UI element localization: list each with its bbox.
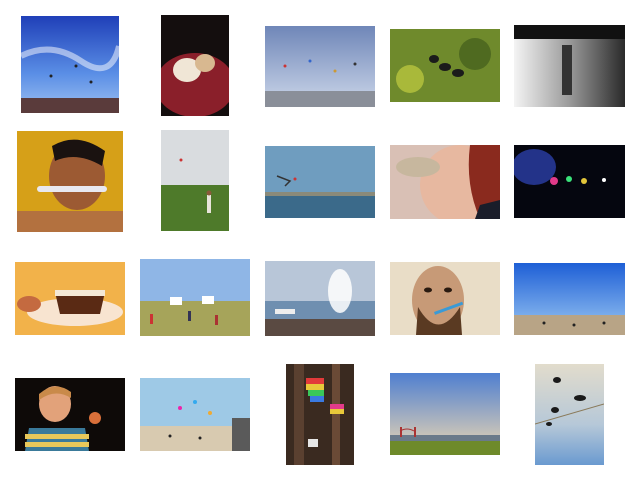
- thumbnail-10[interactable]: [514, 145, 625, 218]
- thumbnail-16[interactable]: [15, 378, 125, 451]
- thumbnail-20-image: [535, 364, 604, 465]
- thumbnail-3-image: [265, 26, 375, 107]
- thumbnail-15-image: [514, 263, 625, 335]
- thumbnail-9-image: [390, 145, 500, 219]
- thumbnail-5-image: [514, 25, 625, 107]
- thumbnail-6-image: [17, 131, 123, 232]
- thumbnail-14-image: [390, 262, 500, 335]
- thumbnail-13[interactable]: [265, 261, 375, 336]
- thumbnail-12-image: [140, 259, 250, 336]
- thumbnail-4-image: [390, 29, 500, 102]
- thumbnail-16-image: [15, 378, 125, 451]
- thumbnail-11-image: [15, 262, 125, 335]
- thumbnail-7-image: [161, 130, 229, 231]
- thumbnail-18[interactable]: [286, 364, 354, 465]
- thumbnail-14[interactable]: [390, 262, 500, 335]
- thumbnail-4[interactable]: [390, 29, 500, 102]
- thumbnail-10-image: [514, 145, 625, 218]
- thumbnail-1[interactable]: [21, 16, 119, 113]
- thumbnail-18-image: [286, 364, 354, 465]
- thumbnail-8[interactable]: [265, 146, 375, 218]
- thumbnail-11[interactable]: [15, 262, 125, 335]
- thumbnail-15[interactable]: [514, 263, 625, 335]
- thumbnail-17[interactable]: [140, 378, 250, 451]
- thumbnail-2[interactable]: [161, 15, 229, 116]
- thumbnail-6[interactable]: [17, 131, 123, 232]
- thumbnail-19-image: [390, 373, 500, 455]
- thumbnail-8-image: [265, 146, 375, 218]
- thumbnail-13-image: [265, 261, 375, 336]
- thumbnail-2-image: [161, 15, 229, 116]
- thumbnail-3[interactable]: [265, 26, 375, 107]
- thumbnail-7[interactable]: [161, 130, 229, 231]
- thumbnail-19[interactable]: [390, 373, 500, 455]
- thumbnail-20[interactable]: [535, 364, 604, 465]
- thumbnail-1-image: [21, 16, 119, 113]
- image-gallery-grid: [0, 0, 640, 480]
- thumbnail-17-image: [140, 378, 250, 451]
- thumbnail-5[interactable]: [514, 25, 625, 107]
- thumbnail-9[interactable]: [390, 145, 500, 219]
- thumbnail-12[interactable]: [140, 259, 250, 336]
